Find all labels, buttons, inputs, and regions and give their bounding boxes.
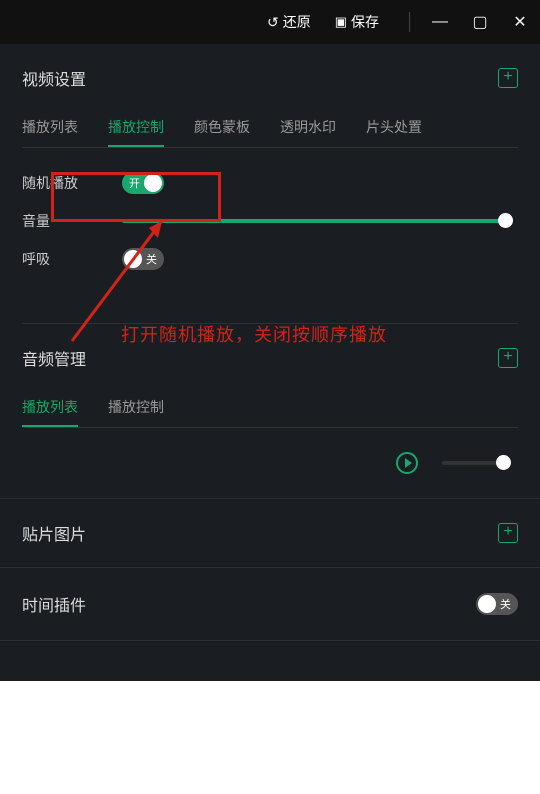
- separator: [409, 12, 410, 32]
- restore-button[interactable]: ↺还原: [267, 12, 311, 32]
- time-toggle[interactable]: 关: [476, 593, 518, 615]
- maximize-button[interactable]: ▢: [460, 12, 500, 32]
- shuffle-toggle[interactable]: 开: [122, 172, 164, 194]
- tab-watermark[interactable]: 透明水印: [280, 112, 336, 147]
- toggle-knob: [478, 595, 496, 613]
- video-settings-title: 视频设置: [22, 66, 86, 90]
- tab-intro[interactable]: 片头处置: [366, 112, 422, 147]
- add-button[interactable]: +: [498, 68, 518, 88]
- shuffle-row: 随机播放 开: [22, 164, 518, 202]
- close-button[interactable]: ✕: [500, 12, 540, 32]
- sticker-header: 贴片图片 +: [22, 499, 518, 567]
- audio-controls: [22, 428, 518, 498]
- slider-knob[interactable]: [498, 213, 513, 228]
- tab-playlist[interactable]: 播放列表: [22, 112, 78, 147]
- tab-color-mask[interactable]: 颜色蒙板: [194, 112, 250, 147]
- video-tabs: 播放列表 播放控制 颜色蒙板 透明水印 片头处置: [22, 112, 518, 148]
- sticker-title: 贴片图片: [22, 521, 86, 545]
- shuffle-label: 随机播放: [22, 173, 122, 193]
- add-button[interactable]: +: [498, 523, 518, 543]
- audio-slider[interactable]: [442, 461, 506, 465]
- save-button[interactable]: ▣保存: [335, 12, 379, 32]
- video-settings-header: 视频设置 +: [22, 44, 518, 112]
- annotation-text: 打开随机播放，关闭按顺序播放: [121, 321, 387, 347]
- titlebar: ↺还原 ▣保存 — ▢ ✕: [0, 0, 540, 44]
- play-icon[interactable]: [396, 452, 418, 474]
- add-button[interactable]: +: [498, 348, 518, 368]
- tab-audio-control[interactable]: 播放控制: [108, 392, 164, 427]
- minimize-button[interactable]: —: [420, 13, 460, 31]
- time-plugin-row: 时间插件 关: [22, 568, 518, 640]
- time-title: 时间插件: [22, 592, 86, 616]
- save-icon: ▣: [335, 14, 347, 30]
- audio-tabs: 播放列表 播放控制: [22, 392, 518, 428]
- undo-icon: ↺: [267, 14, 279, 31]
- slider-knob[interactable]: [496, 455, 511, 470]
- tab-audio-playlist[interactable]: 播放列表: [22, 392, 78, 427]
- tab-play-control[interactable]: 播放控制: [108, 112, 164, 147]
- toggle-knob: [144, 174, 162, 192]
